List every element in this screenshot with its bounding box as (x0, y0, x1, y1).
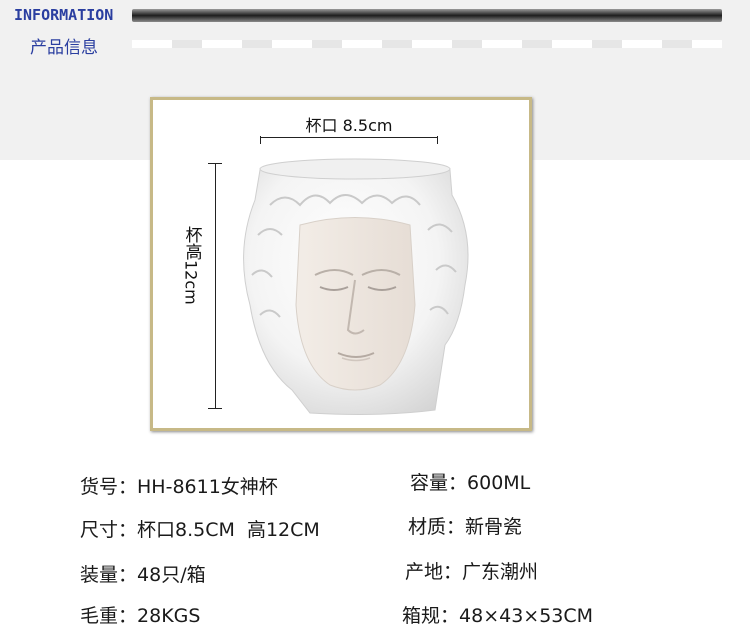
spec-label: 容量： (410, 472, 468, 494)
header-title-cn: 产品信息 (30, 38, 98, 58)
spec-origin: 产地：广东潮州 (405, 557, 538, 584)
spec-value: 48×43×53CM (459, 605, 594, 627)
spec-label: 材质： (408, 516, 466, 538)
spec-material: 材质：新骨瓷 (408, 512, 522, 539)
spec-value: 48只/箱 (137, 564, 206, 586)
spec-value: 新骨瓷 (465, 516, 523, 538)
header-title-en: INFORMATION (14, 6, 114, 24)
spec-gross-weight: 毛重：28KGS (80, 601, 200, 628)
mouth-dimension-rule (260, 137, 438, 138)
spec-label: 毛重： (80, 605, 138, 627)
spec-value: 28KGS (137, 605, 201, 627)
spec-capacity: 容量：600ML (410, 468, 530, 495)
spec-label: 装量： (80, 564, 138, 586)
spec-size: 尺寸：杯口8.5CM 高12CM (80, 515, 320, 542)
spec-carton-size: 箱规：48×43×53CM (402, 601, 593, 628)
mouth-dimension-label: 杯口 8.5cm (258, 112, 440, 136)
goddess-head-mug-image (243, 158, 469, 415)
spec-label: 货号： (80, 476, 138, 498)
spec-value: HH-8611女神杯 (137, 476, 278, 498)
height-dimension-rule (215, 163, 216, 409)
height-dimension-label: 杯高 12cm (176, 226, 206, 305)
height-label-cn: 杯高 (181, 226, 202, 260)
spec-label: 尺寸： (80, 519, 138, 541)
height-dimension-tick-top (208, 163, 222, 164)
header-ghost-stripe (132, 40, 722, 48)
height-value: 12cm (181, 260, 201, 305)
spec-value: 600ML (467, 472, 531, 494)
spec-item-no: 货号：HH-8611女神杯 (80, 472, 278, 499)
spec-value: 广东潮州 (462, 561, 539, 583)
header-divider-bar (132, 9, 722, 22)
spec-label: 箱规： (402, 605, 460, 627)
spec-value: 杯口8.5CM 高12CM (137, 519, 320, 541)
spec-label: 产地： (405, 561, 463, 583)
height-dimension-line (208, 163, 222, 409)
spec-packing: 装量：48只/箱 (80, 560, 206, 587)
height-dimension-tick-bottom (208, 408, 222, 409)
